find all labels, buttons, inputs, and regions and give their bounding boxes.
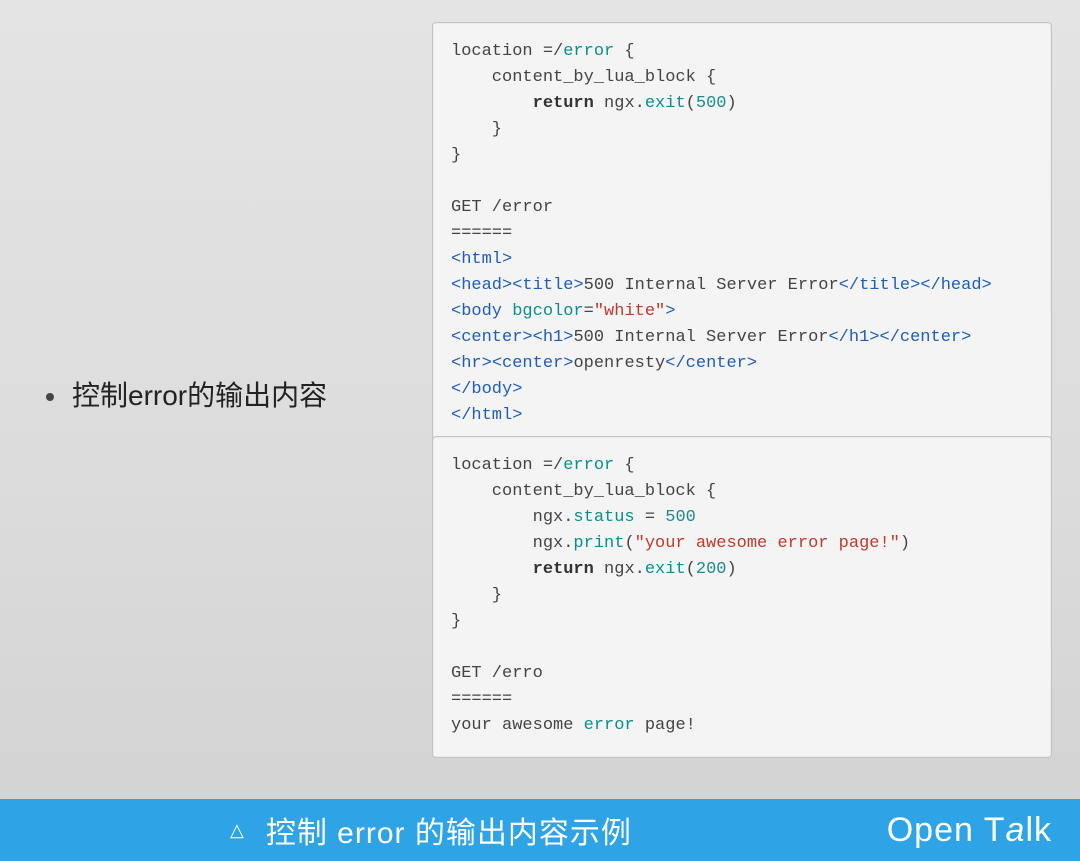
bullet-text-prefix: 控制 [72,380,128,411]
code-block-2: location =/error { content_by_lua_block … [432,436,1052,758]
code-block-1: location =/error { content_by_lua_block … [432,22,1052,448]
bullet-dot-icon [46,393,54,401]
brand-label: Open Talk [887,811,1052,850]
bullet-text-suffix: 的输出内容 [187,380,327,411]
bullet-line: 控制error的输出内容 [46,378,327,414]
triangle-icon: △ [230,820,244,841]
bullet-text-mid: error [128,380,187,411]
code-block-1-content: location =/error { content_by_lua_block … [451,39,1033,429]
footer-bar: △ 控制 error 的输出内容示例 Open Talk [0,799,1080,861]
slide: 控制error的输出内容 location =/error { content_… [0,0,1080,861]
code-block-2-content: location =/error { content_by_lua_block … [451,453,1033,739]
footer-caption: 控制 error 的输出内容示例 [266,808,632,852]
